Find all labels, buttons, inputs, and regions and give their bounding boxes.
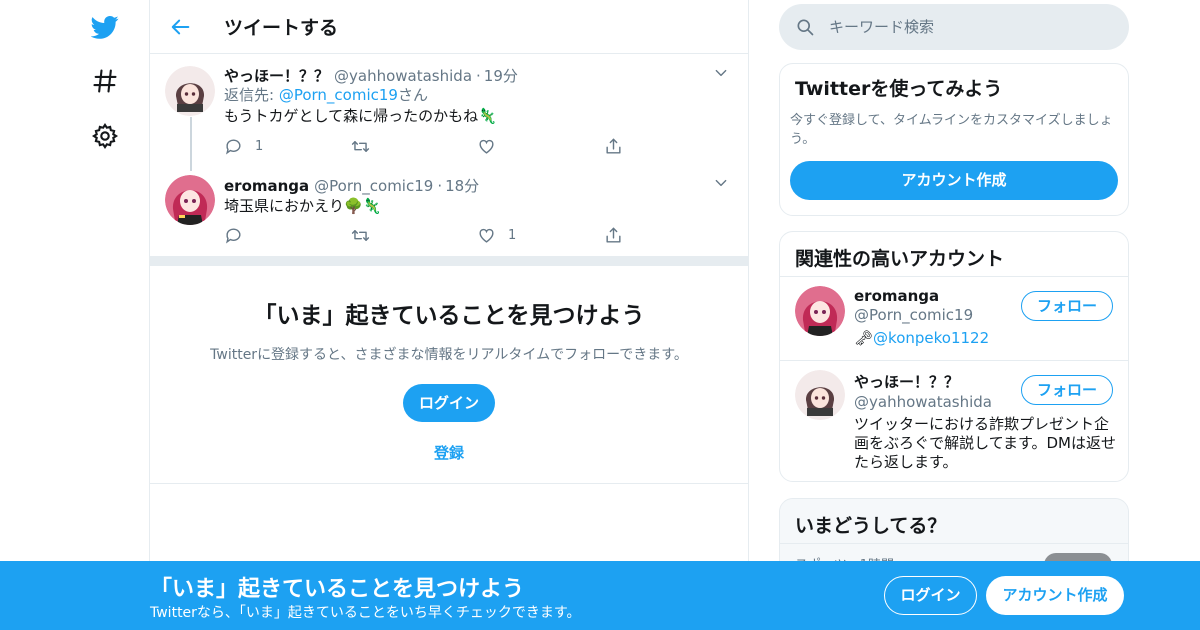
account-item[interactable]: eromanga @Porn_comic19 🗝@konpeko1122 フォロ… [780,277,1128,361]
banner-login-button[interactable]: ログイン [884,576,977,615]
separator-dot: · [476,67,481,85]
chevron-down-icon[interactable] [714,175,732,193]
account-bio: 🗝@konpeko1122 [854,329,1113,348]
share-button[interactable] [604,226,731,245]
back-arrow-icon[interactable] [164,10,198,44]
share-button[interactable] [604,137,731,156]
search-box[interactable] [779,4,1129,50]
retweet-button[interactable] [351,226,478,245]
avatar[interactable] [795,286,845,336]
hashtag-icon[interactable] [88,64,122,98]
try-card-description: 今すぐ登録して、タイムラインをカスタマイズしましょう。 [790,113,1113,147]
replying-prefix: 返信先: [224,86,279,104]
tweet-header: やっほー！？？ @yahhowatashida · 19分 [224,63,730,86]
create-account-button[interactable]: アカウント作成 [790,161,1118,200]
banner-signup-button[interactable]: アカウント作成 [986,576,1124,615]
tweet-actions: 1 [224,220,730,250]
key-icon: 🗝 [854,329,874,347]
main-column: ツイートする やっほー！？？ @yahhowatashida · 19分 返信先… [149,0,749,630]
author-name[interactable]: eromanga [224,177,309,195]
tweet-text: 埼玉県におかえり🌳🦎 [224,197,382,215]
author-name[interactable]: やっほー！？？ [224,65,329,86]
reply-mention-link[interactable]: @Porn_comic19 [279,86,398,104]
retweet-button[interactable] [351,137,478,156]
tweet-item[interactable]: eromanga @Porn_comic19 · 18分 埼玉県におかえり🌳🦎 [150,174,748,254]
like-button[interactable]: 1 [477,226,604,245]
gear-icon[interactable] [88,119,122,153]
try-card-title: Twitterを使ってみよう [795,78,1003,100]
section-divider [150,256,748,266]
related-accounts-card: 関連性の高いアカウント eromanga @Porn_comic19 🗝@kon… [779,231,1129,482]
reply-count: 1 [255,138,264,154]
login-button[interactable]: ログイン [403,384,495,422]
page-title: ツイートする [224,17,339,39]
like-button[interactable] [477,137,604,156]
cta-subtitle: Twitterに登録すると、さまざまな情報をリアルタイムでフォローできます。 [210,347,688,363]
search-input[interactable] [829,18,1109,36]
replying-suffix: さん [397,86,428,104]
account-item[interactable]: やっほー！？？ @yahhowatashida ツイッターにおける詐欺プレゼント… [780,361,1128,481]
tweet-time[interactable]: 18分 [445,175,479,196]
tweet-header: eromanga @Porn_comic19 · 18分 [224,174,730,196]
twitter-logo-icon[interactable] [88,10,122,44]
discover-cta: 「いま」起きていることを見つけよう Twitterに登録すると、さまざまな情報を… [150,266,748,484]
reply-button[interactable] [224,226,351,245]
tweet-item[interactable]: やっほー！？？ @yahhowatashida · 19分 返信先: @Porn… [150,63,748,163]
avatar[interactable] [165,66,215,116]
signup-banner: 「いま」起きていることを見つけよう Twitterなら、「いま」起きていることを… [0,561,1200,630]
author-handle[interactable]: @yahhowatashida [334,67,472,85]
left-nav [0,0,150,630]
main-header: ツイートする [150,0,748,54]
follow-button[interactable]: フォロー [1021,291,1113,321]
avatar[interactable] [795,370,845,420]
avatar[interactable] [165,175,215,225]
search-icon [797,19,814,36]
like-count: 1 [508,227,517,243]
author-handle[interactable]: @Porn_comic19 [314,177,433,195]
banner-subtitle: Twitterなら、「いま」起きていることをいち早くチェックできます。 [150,605,581,621]
cta-title: 「いま」起きていることを見つけよう [253,303,645,329]
thread-connector-line [190,117,192,171]
account-bio: ツイッターにおける詐欺プレゼント企画をぶろぐで解説してます。DMは返せたら返しま… [854,415,1116,471]
try-twitter-card: Twitterを使ってみよう 今すぐ登録して、タイムラインをカスタマイズしましょ… [779,63,1129,216]
tweet-actions: 1 [224,131,730,161]
banner-title: 「いま」起きていることを見つけよう [150,577,525,602]
follow-button[interactable]: フォロー [1021,375,1113,405]
signup-link[interactable]: 登録 [150,442,748,463]
tweet-time[interactable]: 19分 [484,65,518,86]
tweet-text: もうトカゲとして森に帰ったのかもね🦎 [224,107,497,125]
separator-dot: · [437,177,443,195]
replying-to: 返信先: @Porn_comic19さん [224,84,730,105]
reply-button[interactable]: 1 [224,137,351,156]
page: ツイートする やっほー！？？ @yahhowatashida · 19分 返信先… [0,0,1200,630]
chevron-down-icon[interactable] [714,65,732,83]
trends-title: いまどうしてる？ [780,499,1128,544]
related-card-title: 関連性の高いアカウント [780,232,1128,277]
bio-mention-link[interactable]: @konpeko1122 [873,329,989,347]
